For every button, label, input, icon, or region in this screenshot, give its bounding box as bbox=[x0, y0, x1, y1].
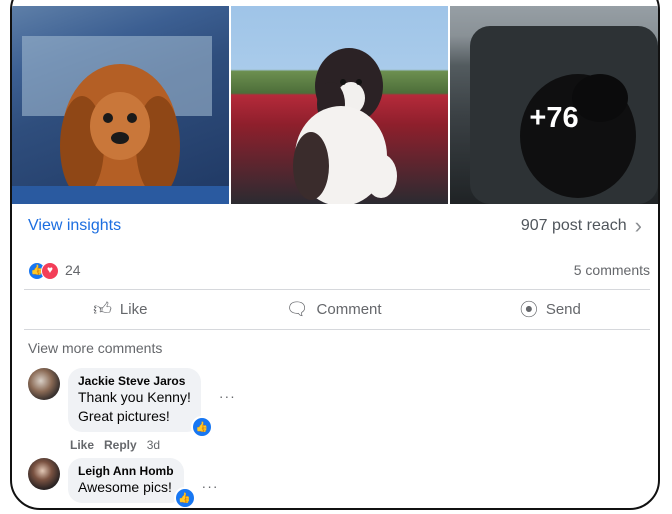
photo-cavalier-in-car[interactable] bbox=[12, 6, 229, 204]
view-more-comments-link[interactable]: View more comments bbox=[28, 340, 162, 356]
post-card: +76 View insights 907 post reach › 👍 ♥ 24… bbox=[10, 0, 660, 510]
comment-bubble: Leigh Ann Homb Awesome pics! 👍 bbox=[68, 458, 196, 508]
photo-spaniel-in-truck[interactable] bbox=[231, 6, 448, 204]
comment-like-icon: 👍 bbox=[173, 487, 196, 508]
comment-like-icon: 👍 bbox=[190, 416, 213, 438]
view-insights-link[interactable]: View insights bbox=[28, 217, 121, 235]
more-photos-count: +76 bbox=[529, 102, 579, 134]
post-reach-text: 907 post reach bbox=[520, 217, 627, 234]
post-actions: 👍︎ Like 🗨︎ Comment ⦿ Send bbox=[24, 289, 650, 329]
comments-count[interactable]: 5 comments bbox=[574, 262, 650, 278]
like-button[interactable]: 👍︎ Like bbox=[93, 298, 147, 320]
comment-author[interactable]: Jackie Steve Jaros bbox=[78, 374, 191, 388]
comment-item: Leigh Ann Homb Awesome pics! 👍 ··· bbox=[28, 458, 219, 508]
comment-text-line2: Great pictures! bbox=[78, 408, 170, 424]
comment-item: Jackie Steve Jaros Thank you Kenny! Grea… bbox=[28, 368, 236, 438]
love-reaction-icon: ♥ bbox=[41, 261, 59, 280]
avatar[interactable] bbox=[28, 458, 60, 490]
like-label: Like bbox=[119, 300, 148, 318]
reaction-icons: 👍 ♥ bbox=[28, 260, 59, 280]
comment-text-line1: Thank you Kenny! bbox=[78, 389, 191, 405]
chevron-right-icon: › bbox=[634, 213, 642, 238]
reaction-count: 24 bbox=[65, 262, 81, 278]
avatar[interactable] bbox=[28, 368, 60, 400]
comment-author[interactable]: Leigh Ann Homb bbox=[78, 464, 174, 478]
comment-reply-link[interactable]: Reply bbox=[104, 438, 137, 452]
send-button[interactable]: ⦿ Send bbox=[520, 296, 581, 322]
more-options-icon[interactable]: ··· bbox=[202, 478, 219, 494]
comment-button[interactable]: 🗨︎ Comment bbox=[286, 299, 382, 320]
comment-bubble: Jackie Steve Jaros Thank you Kenny! Grea… bbox=[68, 368, 213, 438]
comment-text-line1: Awesome pics! bbox=[78, 479, 172, 495]
comment-timestamp[interactable]: 3d bbox=[147, 438, 160, 452]
insights-row: View insights 907 post reach › bbox=[28, 213, 642, 239]
photo-cavalier-illustration bbox=[12, 36, 229, 204]
comment-icon: 🗨︎ bbox=[285, 298, 309, 319]
reaction-count-group[interactable]: 👍 ♥ 24 bbox=[28, 260, 81, 280]
comment-meta: Like Reply 3d bbox=[70, 438, 160, 452]
thumbs-up-icon: 👍︎ bbox=[93, 299, 112, 319]
photo-grid: +76 bbox=[12, 6, 658, 204]
more-options-icon[interactable]: ··· bbox=[219, 388, 236, 404]
photo-black-dog-more[interactable]: +76 bbox=[450, 6, 658, 204]
post-reach[interactable]: 907 post reach › bbox=[521, 213, 642, 239]
comment-like-link[interactable]: Like bbox=[70, 438, 94, 452]
reactions-summary: 👍 ♥ 24 5 comments bbox=[28, 259, 650, 281]
send-label: Send bbox=[545, 300, 581, 318]
comment-label: Comment bbox=[316, 300, 382, 318]
divider-bottom bbox=[24, 329, 650, 330]
messenger-icon: ⦿ bbox=[519, 300, 538, 320]
photo-spaniel-illustration bbox=[293, 48, 397, 204]
